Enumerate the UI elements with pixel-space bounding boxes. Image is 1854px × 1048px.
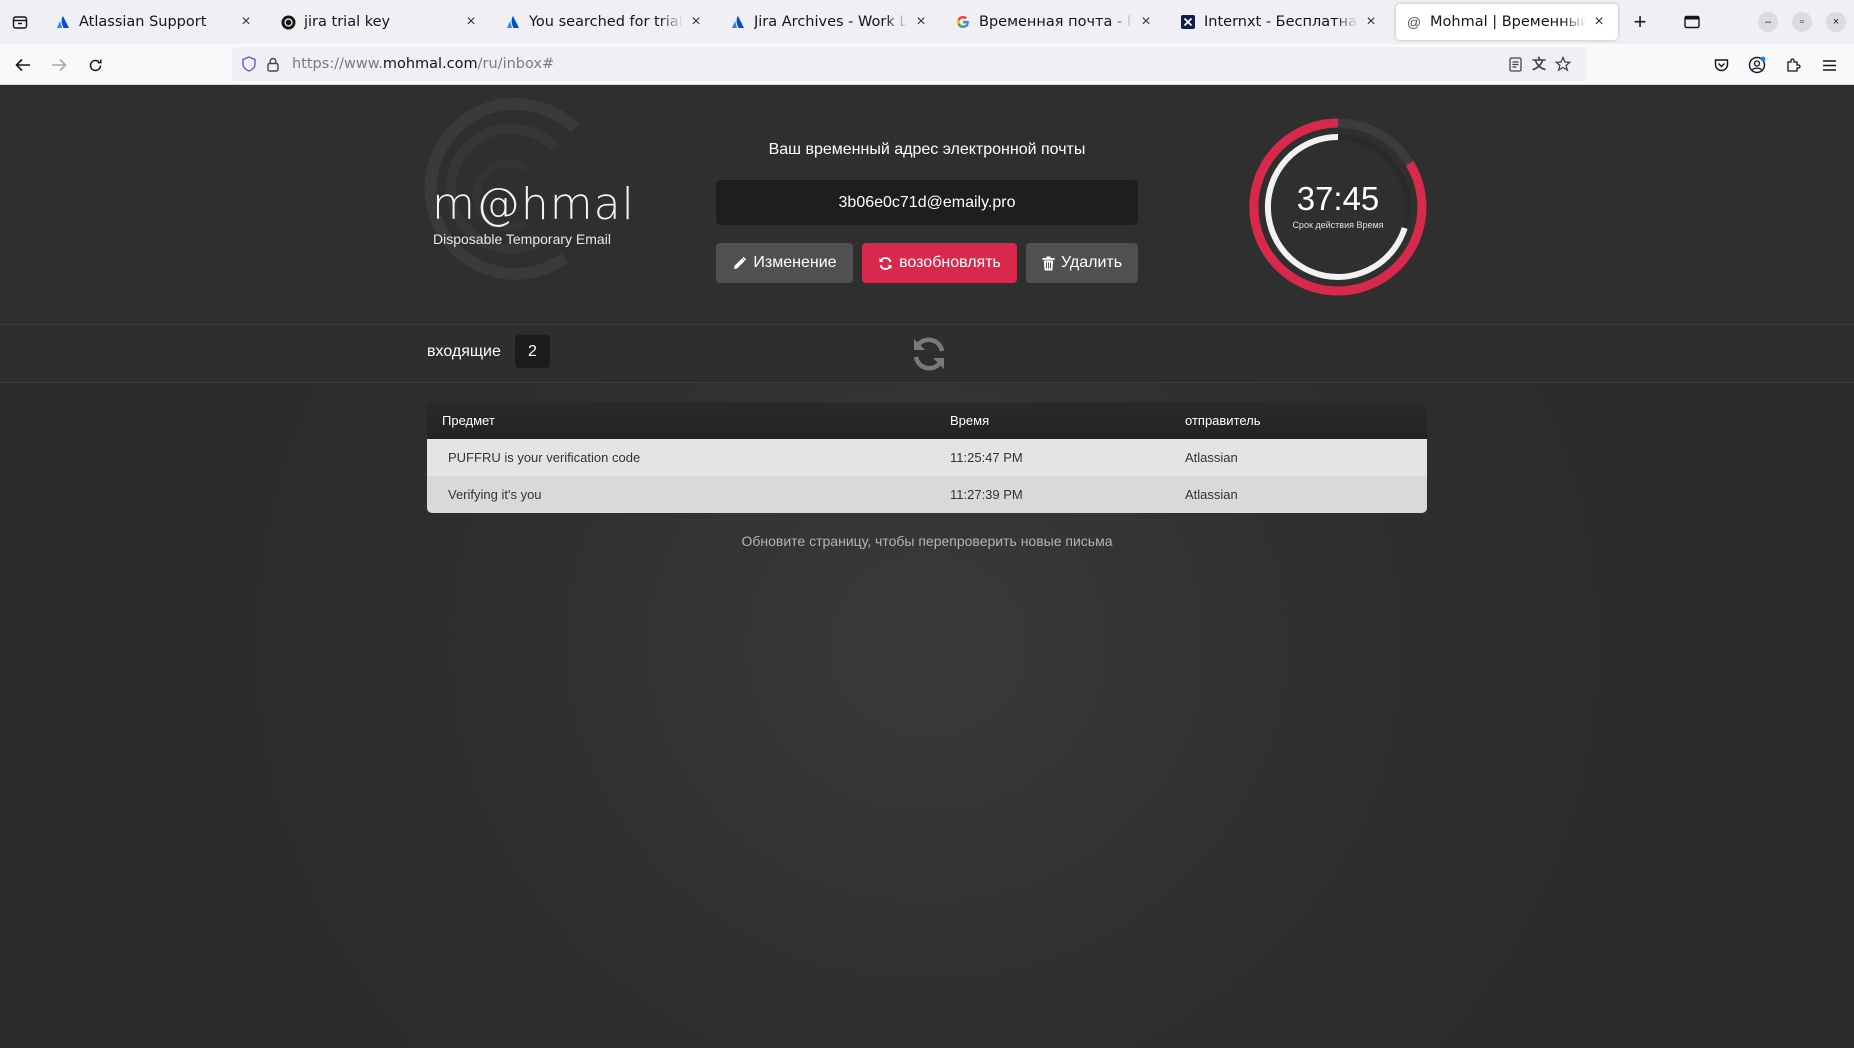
mail-time: 11:27:39 PM	[950, 487, 1023, 502]
timer-value: 37:45	[1296, 180, 1380, 217]
forward-arrow-icon[interactable]	[44, 50, 74, 80]
mail-table: Предмет Время отправитель PUFFRU is your…	[427, 402, 1427, 513]
trash-icon	[1042, 256, 1055, 270]
renew-button[interactable]: возобновлять	[862, 243, 1017, 283]
internxt-icon	[1180, 14, 1196, 30]
table-row[interactable]: PUFFRU is your verification code 11:25:4…	[427, 439, 1427, 476]
atlassian-icon	[55, 14, 71, 30]
tab-overview-icon[interactable]	[1680, 10, 1704, 34]
inbox-label: входящие	[427, 343, 501, 360]
refresh-hint: Обновите страницу, чтобы перепроверить н…	[741, 533, 1113, 549]
minimize-icon[interactable]: –	[1758, 12, 1778, 32]
window-close-icon[interactable]: ×	[1826, 12, 1846, 32]
tab-internxt[interactable]: Internxt - Бесплатная временная почта ×	[1170, 4, 1390, 40]
tab-you-searched[interactable]: You searched for trial - Work Life by At…	[495, 4, 715, 40]
page-content: m@hmal Disposable Temporary Email Ваш вр…	[0, 85, 1854, 1048]
delete-button[interactable]: Удалить	[1026, 243, 1138, 283]
edit-button[interactable]: Изменение	[716, 243, 853, 283]
header-subject: Предмет	[442, 413, 495, 428]
mail-subject[interactable]: Verifying it's you	[427, 487, 950, 502]
openai-icon	[280, 14, 296, 30]
pencil-icon	[734, 256, 747, 269]
tab-atlassian-support[interactable]: Atlassian Support ×	[45, 4, 265, 40]
inbox-bar: входящие 2	[0, 325, 1854, 383]
mail-subject[interactable]: PUFFRU is your verification code	[427, 450, 950, 465]
tab-mohmal[interactable]: @ Mohmal | Временный Email ×	[1396, 4, 1618, 40]
mail-sender: Atlassian	[1185, 450, 1238, 465]
close-icon[interactable]: ×	[1590, 13, 1608, 31]
close-icon[interactable]: ×	[912, 13, 930, 31]
table-header: Предмет Время отправитель	[427, 402, 1427, 439]
tab-google-search[interactable]: Временная почта - Поиск в Google ×	[945, 4, 1165, 40]
edit-button-label: Изменение	[753, 254, 837, 271]
header-sender: отправитель	[1185, 413, 1261, 428]
delete-button-label: Удалить	[1060, 254, 1123, 271]
tab-title: Временная почта - Поиск в Google	[979, 14, 1133, 30]
mohmal-logo[interactable]: m@hmal	[432, 179, 635, 230]
atlassian-icon	[730, 14, 746, 30]
table-row[interactable]: Verifying it's you 11:27:39 PM Atlassian	[427, 476, 1427, 513]
tab-title: Mohmal | Временный Email	[1430, 14, 1586, 30]
tab-title: Atlassian Support	[79, 14, 207, 30]
mail-time: 11:25:47 PM	[950, 450, 1023, 465]
refresh-inbox-icon[interactable]	[910, 335, 948, 373]
tab-list-icon[interactable]	[8, 10, 32, 34]
bookmark-star-icon[interactable]	[1554, 55, 1572, 73]
close-icon[interactable]: ×	[237, 13, 255, 31]
url-host: mohmal.com	[382, 56, 478, 72]
tab-jira-archives[interactable]: Jira Archives - Work Life by Atlassian ×	[720, 4, 940, 40]
email-address-field[interactable]: 3b06e0c71d@emaily.pro	[716, 180, 1138, 225]
atlassian-icon	[505, 14, 521, 30]
refresh-icon	[879, 256, 892, 270]
google-icon	[955, 14, 971, 30]
reader-view-icon[interactable]	[1506, 55, 1524, 73]
new-tab-plus-icon[interactable]: +	[1628, 9, 1652, 34]
lock-icon[interactable]	[264, 55, 282, 73]
shield-icon[interactable]	[240, 55, 258, 73]
inbox-count-badge: 2	[515, 335, 550, 368]
url-prefix: https://www.	[292, 56, 383, 72]
tab-bar: Atlassian Support × jira trial key × You…	[0, 0, 1854, 44]
close-icon[interactable]: ×	[462, 13, 480, 31]
url-bar[interactable]: https://www.mohmal.com/ru/inbox# 文	[232, 47, 1587, 81]
tab-title: You searched for trial - Work Life by At…	[529, 14, 683, 30]
close-icon[interactable]: ×	[687, 13, 705, 31]
address-title: Ваш временный адрес электронной почты	[768, 141, 1086, 158]
pocket-icon[interactable]	[1706, 50, 1736, 80]
mail-sender: Atlassian	[1185, 487, 1238, 502]
logo-tagline: Disposable Temporary Email	[433, 231, 611, 247]
tab-title: jira trial key	[304, 14, 391, 30]
account-icon[interactable]	[1742, 50, 1772, 80]
restore-icon[interactable]: ▫	[1792, 12, 1812, 32]
renew-button-label: возобновлять	[899, 254, 1001, 271]
reload-icon[interactable]	[80, 50, 110, 80]
menu-hamburger-icon[interactable]	[1814, 50, 1844, 80]
tab-jira-trial-key[interactable]: jira trial key ×	[270, 4, 490, 40]
url-path: /ru/inbox#	[477, 56, 555, 72]
tab-title: Internxt - Бесплатная временная почта	[1204, 14, 1358, 30]
header-time: Время	[950, 413, 990, 428]
back-arrow-icon[interactable]	[8, 50, 38, 80]
close-icon[interactable]: ×	[1137, 13, 1155, 31]
tab-title: Jira Archives - Work Life by Atlassian	[754, 14, 908, 30]
translate-icon[interactable]: 文	[1530, 55, 1548, 73]
at-icon: @	[1406, 14, 1422, 30]
navigation-bar: https://www.mohmal.com/ru/inbox# 文	[0, 44, 1854, 85]
timer-label: Срок действия Время	[1292, 220, 1384, 230]
extensions-icon[interactable]	[1778, 50, 1808, 80]
header: m@hmal Disposable Temporary Email Ваш вр…	[0, 85, 1854, 325]
url-text[interactable]: https://www.mohmal.com/ru/inbox#	[292, 56, 554, 72]
close-icon[interactable]: ×	[1362, 13, 1380, 31]
